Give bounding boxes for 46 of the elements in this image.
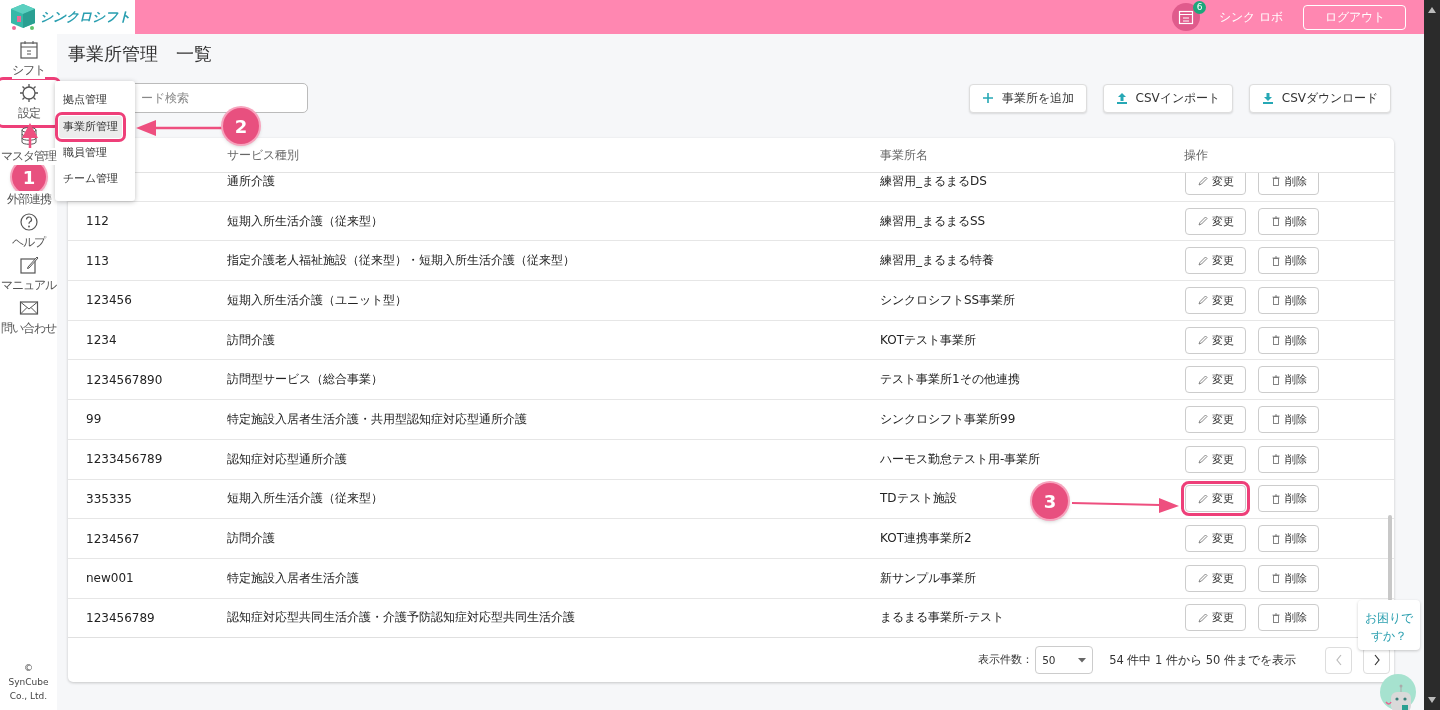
table-cell: 指定介護老人福祉施設（従来型）・短期入所生活介護（従来型） — [227, 253, 575, 268]
step-callout: 3 — [1032, 483, 1068, 519]
table-cell: 特定施設入居者生活介護・共用型認知症対応型通所介護 — [227, 411, 527, 426]
column-header: サービス種別 — [227, 146, 300, 164]
page-title: 事業所管理 一覧 — [68, 42, 213, 66]
table-cell: 練習用_まるまるSS — [880, 213, 986, 228]
copyright: © SynCube Co., Ltd. — [7, 662, 50, 704]
table-cell: 訪問介護 — [227, 531, 275, 546]
table-cell: 1234567890 — [86, 372, 163, 387]
table-cell: 1233456789 — [86, 452, 163, 467]
notification-badge: 6 — [1193, 1, 1207, 14]
table-cell: 1234567 — [86, 531, 140, 546]
table-cell: ハーモス勤怠テスト用-事業所 — [880, 451, 1041, 466]
per-page-label: 表示件数： — [978, 653, 1034, 667]
table-cell: シンクロシフト事業所99 — [880, 411, 1016, 426]
table-cell: 通所介護 — [227, 173, 275, 188]
table-cell: 123456789 — [86, 610, 155, 625]
table-cell: 123456 — [86, 293, 132, 308]
table-cell: 短期入所生活介護（従来型） — [227, 213, 383, 228]
table-cell: 訪問型サービス（総合事業） — [227, 372, 383, 387]
column-header: 操作 — [1184, 146, 1209, 164]
table-cell: まるまる事業所-テスト — [880, 610, 1005, 625]
step-callout: 2 — [223, 108, 259, 144]
table-cell: 練習用_まるまる特養 — [880, 253, 994, 268]
table-cell: KOT連携事業所2 — [880, 531, 972, 546]
pagination-summary: 54 件中 1 件から 50 件までを表示 — [1109, 652, 1296, 668]
table-cell: 特定施設入居者生活介護 — [227, 570, 359, 585]
table-cell: 99 — [86, 412, 102, 427]
table-cell: 335335 — [86, 491, 132, 506]
table-cell: new001 — [86, 571, 134, 586]
table-cell: 短期入所生活介護（ユニット型） — [227, 292, 407, 307]
table-cell: 新サンプル事業所 — [880, 570, 976, 585]
table-cell: KOTテスト事業所 — [880, 332, 976, 347]
column-header: 事業所名 — [880, 146, 929, 164]
table-cell: 112 — [86, 214, 109, 229]
table-cell: 練習用_まるまるDS — [880, 173, 987, 188]
table-cell: 認知症対応型共同生活介護・介護予防認知症対応型共同生活介護 — [227, 610, 575, 625]
table-cell: 認知症対応型通所介護 — [227, 451, 347, 466]
user-name: シンク ロボ — [1219, 8, 1283, 26]
table-cell: 短期入所生活介護（従来型） — [227, 491, 383, 506]
table-cell: 1234 — [86, 333, 117, 348]
table-cell: TDテスト施設 — [880, 491, 957, 506]
table-cell: 113 — [86, 253, 109, 268]
table-cell: シンクロシフトSS事業所 — [880, 292, 1016, 307]
table-cell: 訪問介護 — [227, 332, 275, 347]
table-cell: テスト事業所1その他連携 — [880, 372, 1020, 387]
